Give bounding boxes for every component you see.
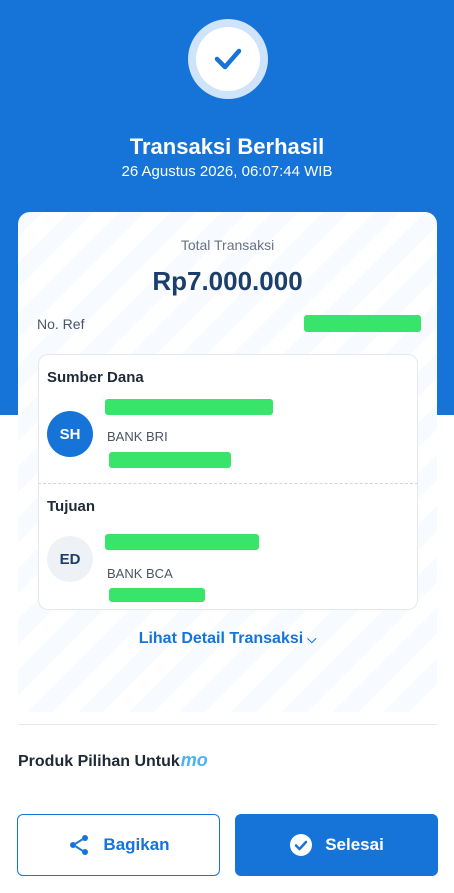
transaction-datetime: 26 Agustus 2026, 06:07:44 WIB <box>121 163 333 180</box>
recommended-products-title: Produk Pilihan Untukmo <box>18 750 208 771</box>
detail-link-label: Lihat Detail Transaksi <box>138 630 304 647</box>
share-icon <box>70 835 89 855</box>
avatar: SH <box>47 411 93 457</box>
page-title: Transaksi Berhasil <box>129 134 325 159</box>
checkmark-icon <box>214 48 242 70</box>
source-account-redacted <box>109 452 231 468</box>
check-circle-icon <box>290 834 313 856</box>
source-bank: BANK BRI <box>107 429 168 444</box>
destination-account-redacted <box>109 588 205 602</box>
done-button[interactable]: Selesai <box>235 814 438 876</box>
chevron-down-icon: ⌵ <box>307 632 317 646</box>
destination-title: Tujuan <box>47 498 96 515</box>
ref-label: No. Ref <box>37 316 85 332</box>
divider <box>18 724 437 725</box>
total-amount: Rp7.000.000 <box>152 266 303 296</box>
share-label: Bagikan <box>103 835 170 854</box>
source-of-funds-section: Sumber Dana SH BANK BRI <box>38 354 418 484</box>
destination-name-redacted <box>105 534 259 550</box>
avatar: ED <box>47 536 93 582</box>
success-badge <box>188 19 268 99</box>
destination-bank: BANK BCA <box>107 566 173 581</box>
products-title-text: Produk Pilihan Untuk <box>18 753 180 770</box>
receipt-card: Total Transaksi Rp7.000.000 No. Ref Sumb… <box>18 212 437 712</box>
brand-logo: mo <box>180 750 208 770</box>
destination-section: Tujuan ED BANK BCA <box>38 484 418 610</box>
share-button[interactable]: Bagikan <box>17 814 220 876</box>
ref-number-redacted <box>304 315 421 332</box>
done-label: Selesai <box>325 835 384 854</box>
view-transaction-detail-link[interactable]: Lihat Detail Transaksi ⌵ <box>18 630 437 648</box>
source-name-redacted <box>105 399 273 415</box>
total-label: Total Transaksi <box>180 237 275 253</box>
source-title: Sumber Dana <box>47 369 144 386</box>
action-bar: Bagikan Selesai <box>0 800 454 893</box>
